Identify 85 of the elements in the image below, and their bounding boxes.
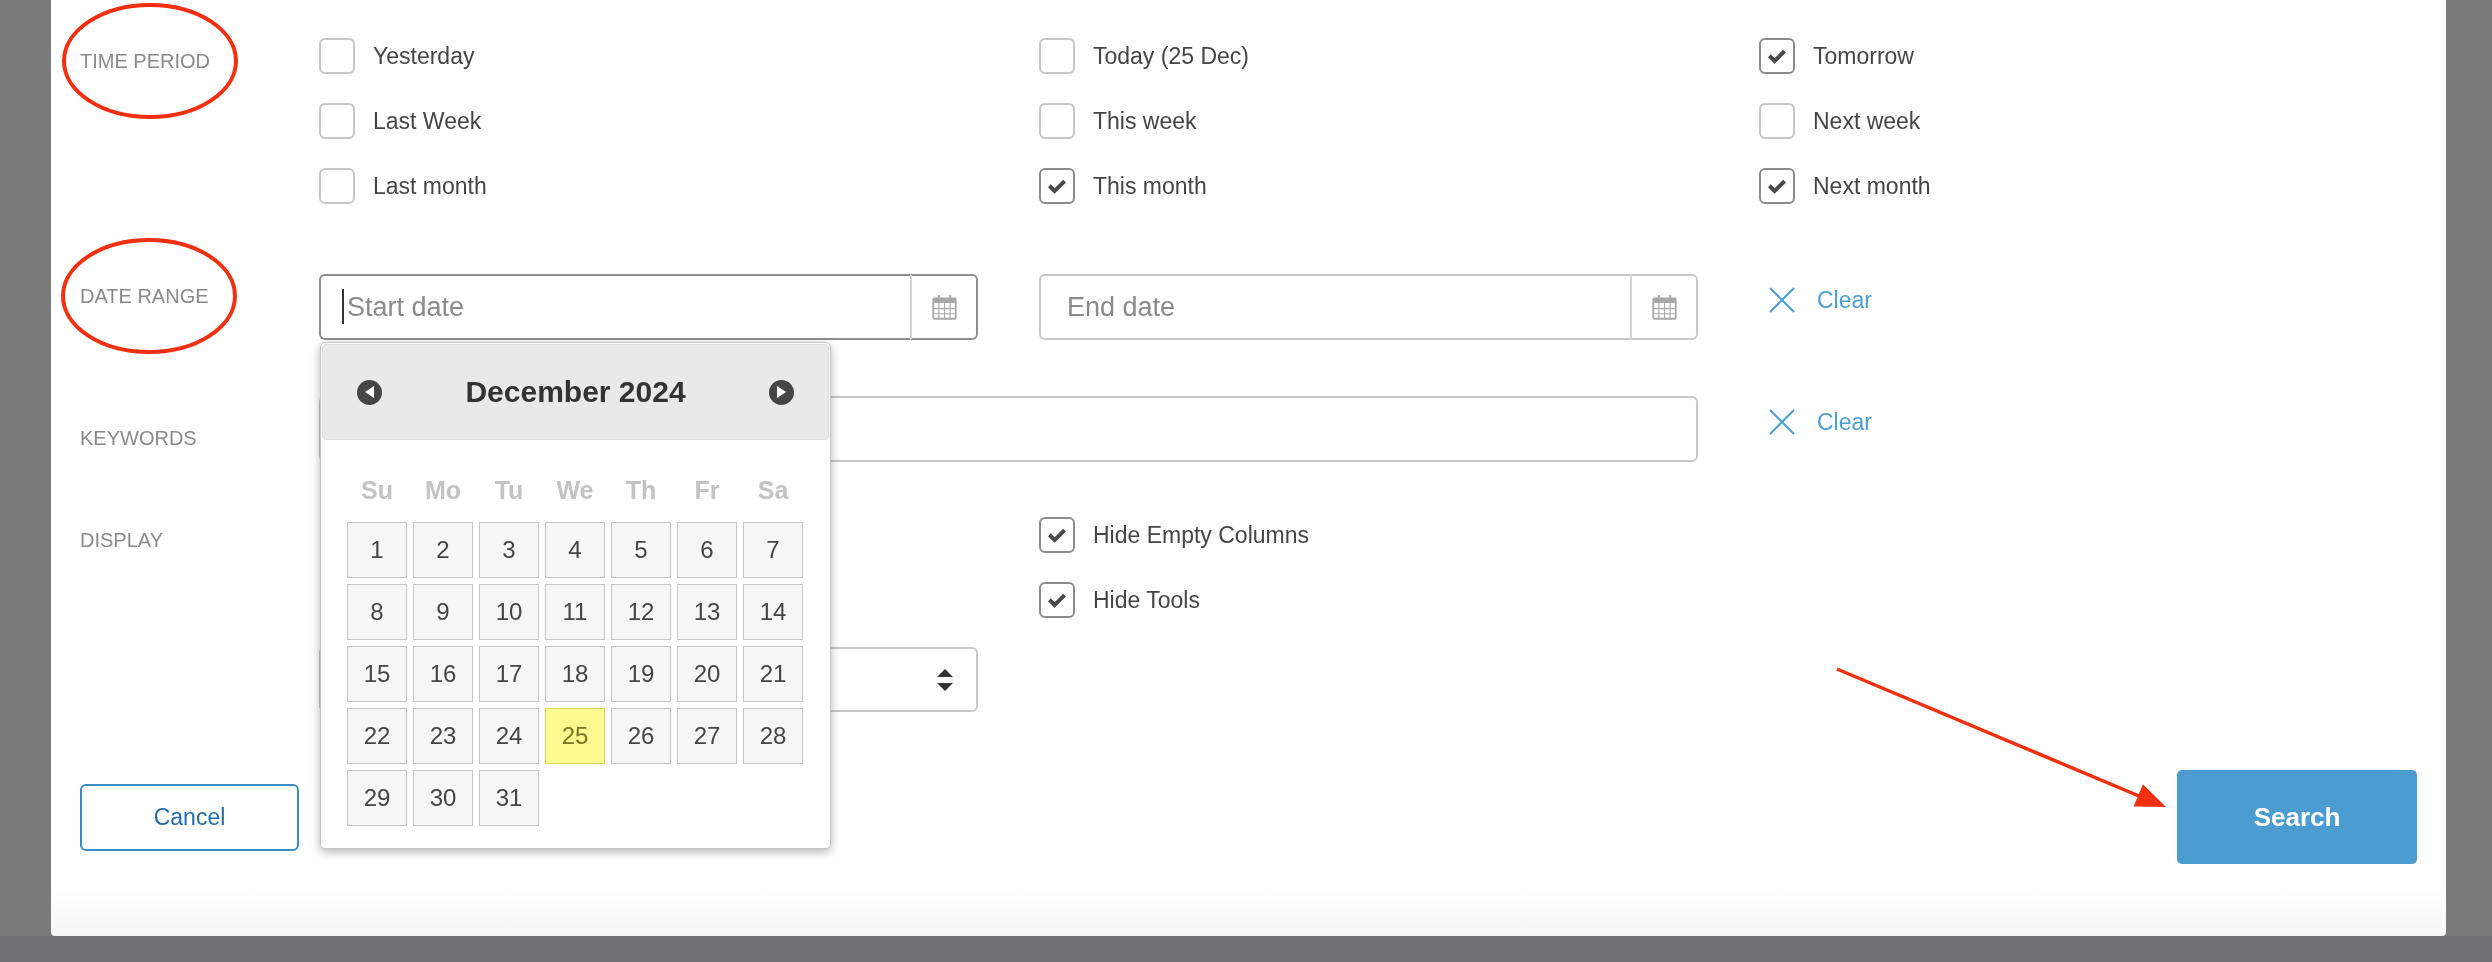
section-label: DATE RANGE [80, 284, 209, 308]
checkbox-label[interactable]: This month [1093, 172, 1207, 200]
calendar-day[interactable]: 6 [677, 522, 737, 578]
checkbox-label[interactable]: Today (25 Dec) [1093, 42, 1249, 70]
checkmark-icon [1768, 178, 1786, 194]
calendar-day[interactable]: 24 [479, 708, 539, 764]
checkbox[interactable] [1039, 168, 1075, 204]
calendar-day[interactable]: 20 [677, 646, 737, 702]
calendar-button[interactable] [1630, 274, 1698, 340]
calendar-day[interactable]: 28 [743, 708, 803, 764]
calendar-day[interactable]: 4 [545, 522, 605, 578]
checkbox-label[interactable]: Hide Empty Columns [1093, 521, 1310, 549]
weekday-label: Sa [756, 475, 790, 505]
weekday-label: We [555, 475, 595, 505]
calendar-day[interactable]: 30 [413, 770, 473, 826]
triangle-right-icon [777, 386, 786, 398]
checkbox[interactable] [319, 168, 355, 204]
text-cursor [342, 289, 344, 324]
weekday-label: Fr [693, 475, 721, 505]
checkmark-icon [1048, 178, 1066, 194]
calendar-day[interactable]: 8 [347, 584, 407, 640]
weekday-label: Th [624, 475, 658, 505]
checkbox-label[interactable]: Last Week [373, 107, 482, 135]
next-month-button[interactable] [769, 379, 794, 405]
calendar-day[interactable]: 3 [479, 522, 539, 578]
checkbox[interactable] [1039, 103, 1075, 139]
section-label: KEYWORDS [80, 426, 197, 450]
calendar-day[interactable]: 26 [611, 708, 671, 764]
checkbox[interactable] [1759, 168, 1795, 204]
calendar-day[interactable]: 15 [347, 646, 407, 702]
checkmark-icon [1048, 592, 1066, 608]
checkbox-label[interactable]: Next month [1813, 172, 1931, 200]
calendar-day[interactable]: 17 [479, 646, 539, 702]
checkbox-label[interactable]: This week [1093, 107, 1197, 135]
calendar-day[interactable]: 22 [347, 708, 407, 764]
calendar-button[interactable] [910, 274, 978, 340]
calendar-day[interactable]: 12 [611, 584, 671, 640]
calendar-day[interactable]: 9 [413, 584, 473, 640]
checkbox[interactable] [1039, 517, 1075, 553]
date-input-field[interactable]: End date [1039, 274, 1630, 340]
checkbox[interactable] [319, 38, 355, 74]
weekday-label: Tu [493, 475, 525, 505]
calendar-day[interactable]: 19 [611, 646, 671, 702]
calendar-day[interactable]: 2 [413, 522, 473, 578]
calendar-day[interactable]: 31 [479, 770, 539, 826]
checkbox[interactable] [319, 103, 355, 139]
month-title: December 2024 [465, 375, 686, 409]
checkbox-label[interactable]: Hide Tools [1093, 586, 1200, 614]
calendar-icon [1650, 293, 1678, 321]
previous-month-button[interactable] [357, 379, 382, 405]
checkbox[interactable] [1759, 103, 1795, 139]
weekday-label: Mo [423, 475, 463, 505]
calendar-day[interactable]: 5 [611, 522, 671, 578]
calendar-day[interactable]: 18 [545, 646, 605, 702]
calendar-day[interactable]: 7 [743, 522, 803, 578]
cancel-button[interactable]: Cancel [80, 783, 299, 851]
calendar-day[interactable]: 1 [347, 522, 407, 578]
calendar-day[interactable]: 27 [677, 708, 737, 764]
close-icon [1769, 287, 1795, 313]
date-input-field[interactable]: Start date [319, 274, 910, 340]
calendar-icon [930, 293, 958, 321]
close-icon [1769, 409, 1795, 435]
checkbox-label[interactable]: Yesterday [373, 42, 475, 70]
calendar-day[interactable]: 10 [479, 584, 539, 640]
calendar-day[interactable]: 13 [677, 584, 737, 640]
calendar-day[interactable]: 29 [347, 770, 407, 826]
section-label: DISPLAY [80, 528, 163, 552]
checkbox-label[interactable]: Tomorrow [1813, 42, 1914, 70]
calendar-day[interactable]: 25 [545, 708, 605, 764]
checkbox[interactable] [1039, 582, 1075, 618]
section-label: TIME PERIOD [80, 49, 210, 73]
triangle-left-icon [365, 386, 374, 398]
calendar-day[interactable]: 21 [743, 646, 803, 702]
calendar-day[interactable]: 11 [545, 584, 605, 640]
checkmark-icon [1048, 527, 1066, 543]
weekday-label: Su [360, 475, 394, 505]
checkmark-icon [1768, 48, 1786, 64]
calendar-day[interactable]: 16 [413, 646, 473, 702]
sort-icon [937, 668, 953, 691]
checkbox-label[interactable]: Next week [1813, 107, 1921, 135]
calendar-day[interactable]: 14 [743, 584, 803, 640]
checkbox-label[interactable]: Last month [373, 172, 487, 200]
checkbox[interactable] [1759, 38, 1795, 74]
checkbox[interactable] [1039, 38, 1075, 74]
calendar-day[interactable]: 23 [413, 708, 473, 764]
